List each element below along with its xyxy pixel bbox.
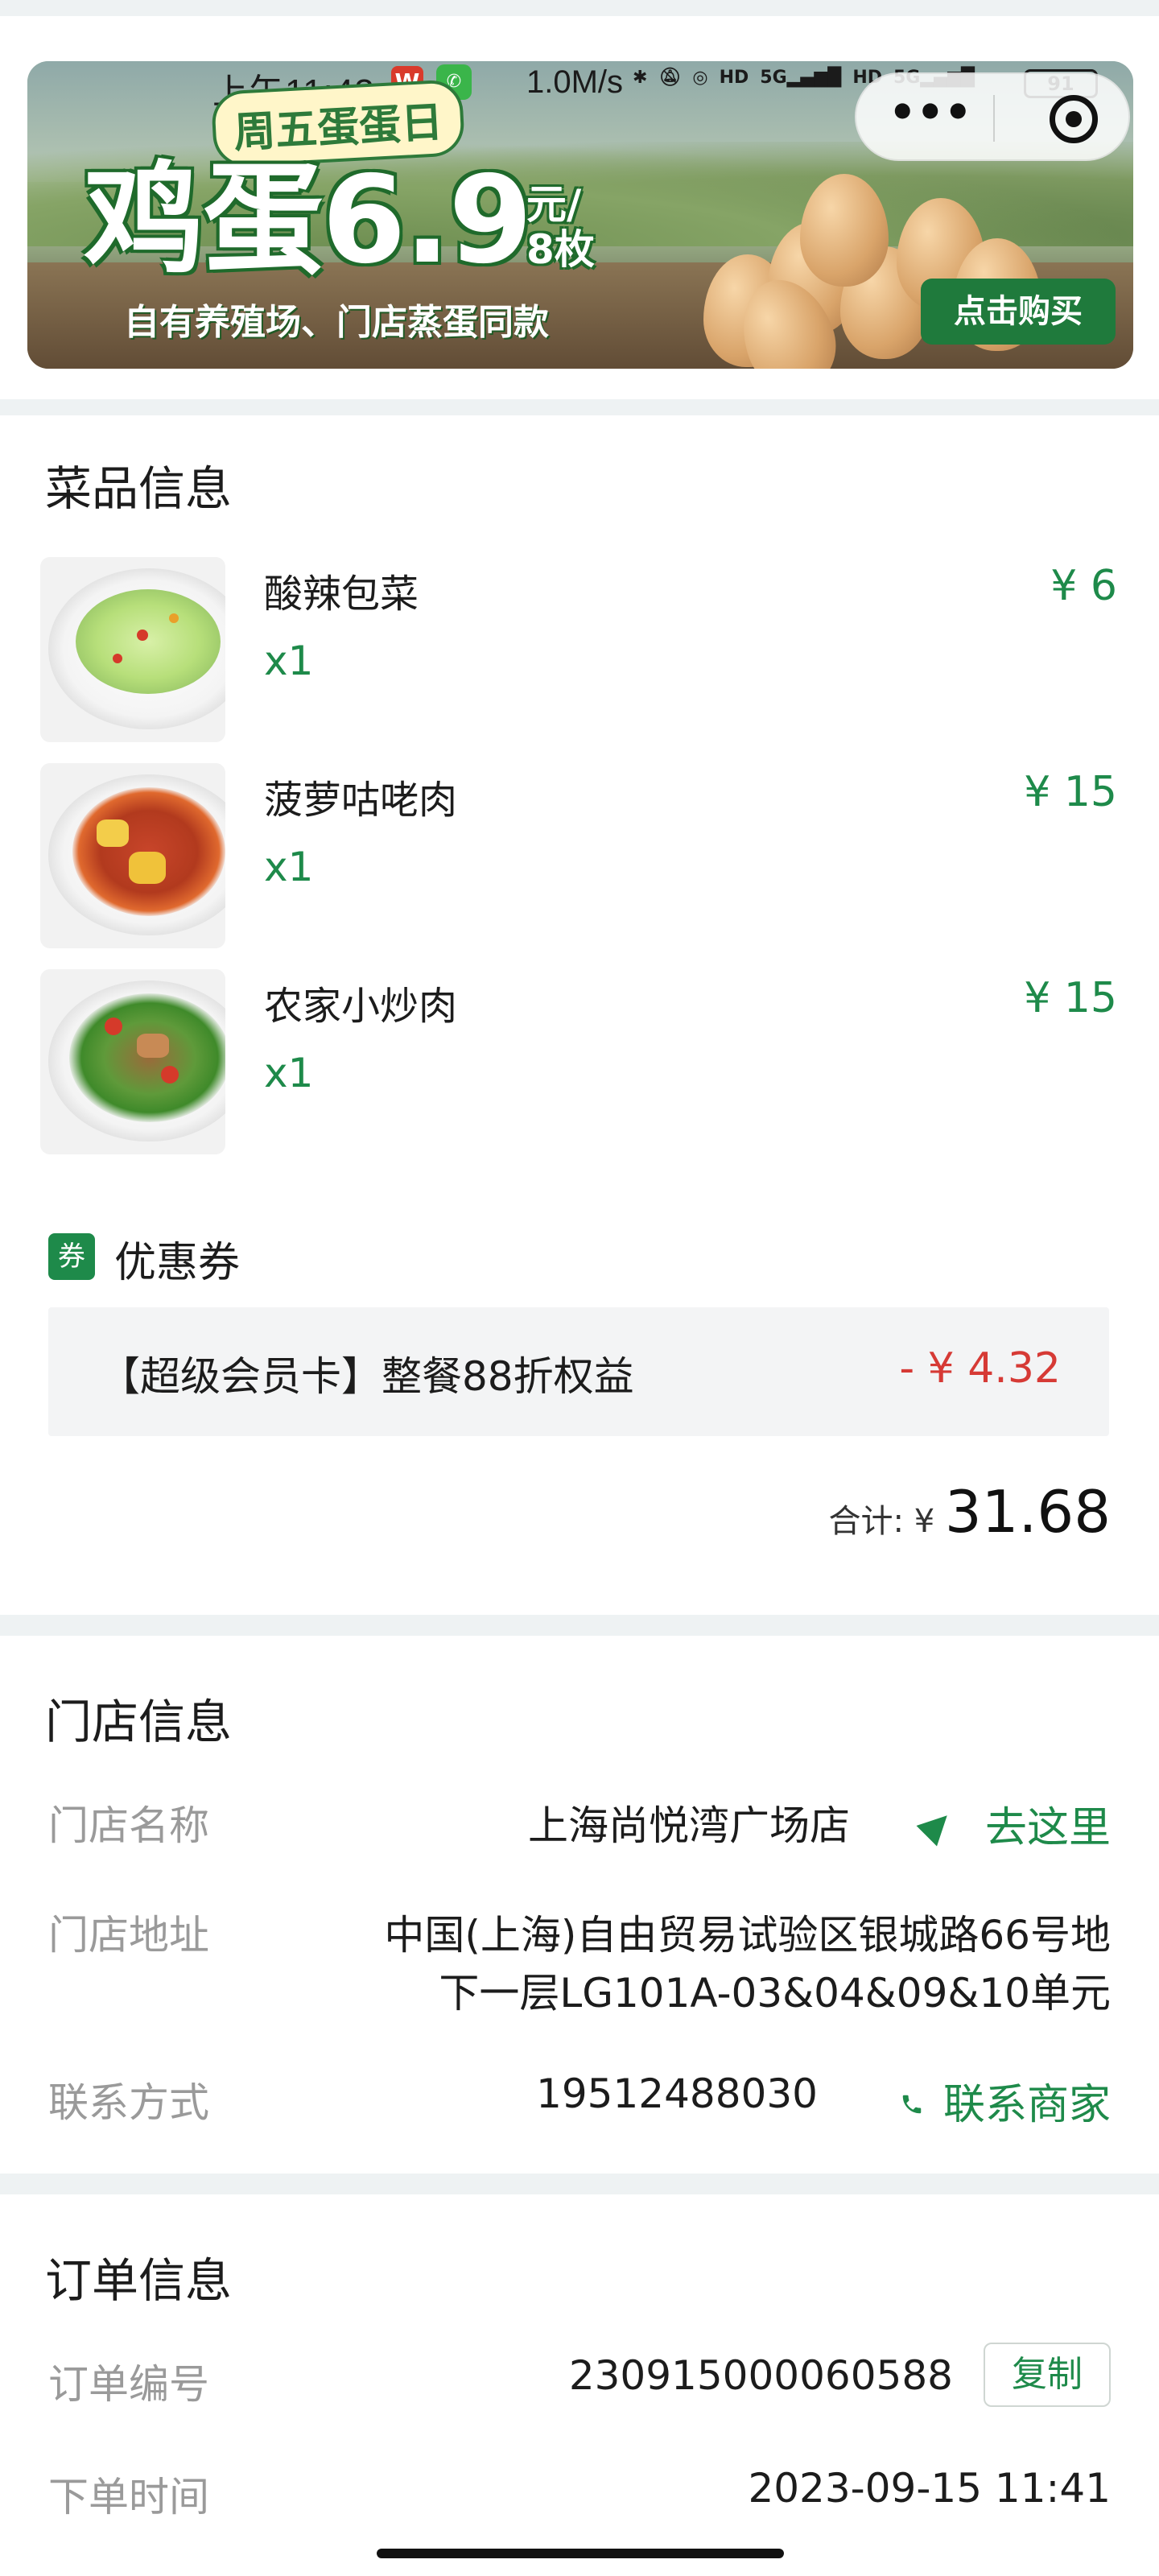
promo-subline: 自有养殖场、门店蒸蛋同款 (124, 302, 549, 343)
dish-qty: x1 (264, 638, 314, 684)
capsule-divider (993, 95, 995, 142)
promo-unit-top: 元/ (526, 181, 582, 228)
5g-signal-icon: 5G▂▄▆█ (760, 68, 842, 88)
order-time-label: 下单时间 (48, 2474, 209, 2520)
dishes-section-title: 菜品信息 (45, 461, 233, 516)
total-value: 31.68 (944, 1478, 1111, 1546)
store-address-line1: 中国(上海)自由贸易试验区银城路66号地 (384, 1912, 1111, 1959)
store-card: 门店信息 门店名称 上海尚悦湾广场店 去这里 门店地址 中国(上海)自由贸易试验… (0, 1636, 1159, 2174)
more-icon[interactable]: ••• (889, 91, 972, 134)
navigate-label: 去这里 (984, 1804, 1111, 1852)
dishes-card: 菜品信息 酸辣包菜 x1 ¥ 6 菠萝咕咾肉 x1 ¥ 15 农家小炒肉 x1 … (0, 415, 1159, 1615)
home-indicator[interactable] (377, 2549, 784, 2558)
miniprogram-capsule: ••• (855, 72, 1130, 161)
coupon-discount: - ¥ 4.32 (899, 1344, 1061, 1393)
dish-image (40, 969, 225, 1154)
dish-price: ¥ 15 (1024, 768, 1117, 816)
buy-button[interactable]: 点击购买 (921, 279, 1116, 345)
navigate-button[interactable]: 去这里 (916, 1794, 1111, 1854)
dish-name: 酸辣包菜 (264, 572, 419, 617)
dish-name: 菠萝咕咾肉 (264, 778, 458, 823)
navigation-arrow-icon (916, 1805, 958, 1847)
contact-merchant-label: 联系商家 (942, 2081, 1111, 2129)
coupon-name: 【超级会员卡】整餐88折权益 (100, 1353, 634, 1400)
coupon-label: 优惠券 (114, 1239, 241, 1287)
store-name-label: 门店名称 (48, 1802, 209, 1849)
order-time-value: 2023-09-15 11:41 (748, 2465, 1111, 2512)
total-label: 合计: ¥ (828, 1503, 945, 1540)
dish-image (40, 763, 225, 948)
dish-item: 农家小炒肉 x1 ¥ 15 (0, 969, 1159, 1159)
coupon-item[interactable]: 【超级会员卡】整餐88折权益 - ¥ 4.32 (48, 1307, 1109, 1436)
mute-icon: 🔕︎ (658, 68, 682, 88)
store-phone-value: 19512488030 (536, 2070, 818, 2117)
contact-merchant-button[interactable]: 联系商家 (900, 2070, 1111, 2131)
dish-qty: x1 (264, 1050, 314, 1096)
store-address-line2: 下一层LG101A-03&04&09&10单元 (439, 1970, 1111, 2017)
promo-unit: 元/ 8枚 (526, 182, 595, 272)
order-total: 合计: ¥ 31.68 (829, 1478, 1111, 1546)
store-section-title: 门店信息 (45, 1695, 233, 1749)
status-network-speed: 1.0M/s (526, 64, 624, 100)
dish-image (40, 557, 225, 742)
coupon-icon: 券 (48, 1233, 95, 1280)
hd-icon: HD (719, 68, 749, 88)
store-contact-label: 联系方式 (48, 2079, 209, 2126)
phone-icon (902, 2095, 922, 2114)
dish-qty: x1 (264, 844, 314, 890)
alarm-icon: ◎ (692, 68, 708, 88)
dish-item: 菠萝咕咾肉 x1 ¥ 15 (0, 763, 1159, 953)
dish-item: 酸辣包菜 x1 ¥ 6 (0, 557, 1159, 747)
store-address-label: 门店地址 (48, 1912, 209, 1959)
store-name-value: 上海尚悦湾广场店 (528, 1802, 850, 1849)
order-card: 订单信息 订单编号 230915000060588 复制 下单时间 2023-0… (0, 2194, 1159, 2576)
promo-unit-bottom: 8枚 (526, 226, 595, 273)
order-number-label: 订单编号 (48, 2361, 209, 2408)
order-section-title: 订单信息 (45, 2253, 233, 2308)
dish-price: ¥ 15 (1024, 974, 1117, 1022)
promo-headline: 鸡蛋6.9 (84, 151, 533, 291)
order-number-value: 230915000060588 (568, 2352, 953, 2399)
copy-button[interactable]: 复制 (984, 2343, 1111, 2407)
dish-price: ¥ 6 (1050, 562, 1117, 610)
bluetooth-icon: ✱ (633, 68, 648, 88)
close-miniprogram-icon[interactable] (1050, 95, 1098, 143)
dish-name: 农家小炒肉 (264, 984, 458, 1029)
